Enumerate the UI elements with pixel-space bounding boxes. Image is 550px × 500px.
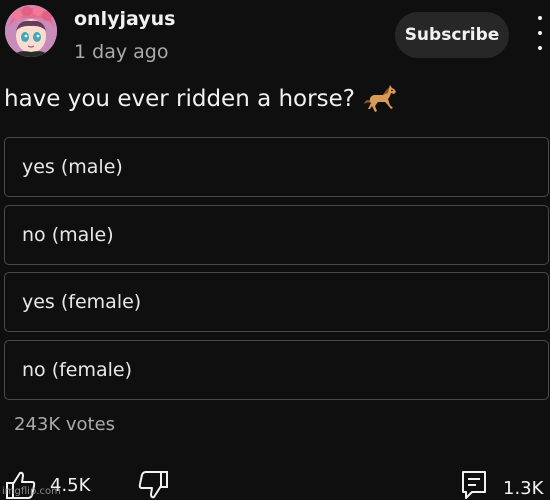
comment-icon xyxy=(462,471,486,499)
anime-avatar-icon xyxy=(5,5,57,57)
thumbs-down-icon xyxy=(138,471,168,499)
post-timestamp: 1 day ago xyxy=(74,41,169,63)
poll-option-no-male[interactable]: no (male) xyxy=(4,205,549,265)
comment-count-wrap: 1.3K xyxy=(503,478,543,499)
poll-option-label: yes (female) xyxy=(22,291,142,313)
poll-option-yes-female[interactable]: yes (female) xyxy=(4,272,549,332)
comment-count: 1.3K xyxy=(503,478,544,499)
avatar[interactable] xyxy=(5,5,57,57)
comments-button[interactable] xyxy=(460,470,488,500)
dislike-button[interactable] xyxy=(136,470,170,500)
poll-option-yes-male[interactable]: yes (male) xyxy=(4,137,549,197)
horse-emoji-icon xyxy=(363,85,396,112)
poll-option-no-female[interactable]: no (female) xyxy=(4,340,549,400)
vote-count: 243K votes xyxy=(14,414,116,435)
poll-option-label: yes (male) xyxy=(22,156,123,178)
channel-name[interactable]: onlyjayus xyxy=(74,8,175,30)
subscribe-button[interactable]: Subscribe xyxy=(395,12,509,58)
post-text: have you ever ridden a horse? xyxy=(4,84,397,114)
more-vert-icon[interactable] xyxy=(534,16,546,50)
watermark: imgflip.com xyxy=(2,486,61,497)
poll-question: have you ever ridden a horse? xyxy=(4,86,355,112)
community-post: onlyjayus 1 day ago Subscribe have you e… xyxy=(0,0,550,500)
poll-option-label: no (female) xyxy=(22,359,133,381)
poll-option-label: no (male) xyxy=(22,224,114,246)
